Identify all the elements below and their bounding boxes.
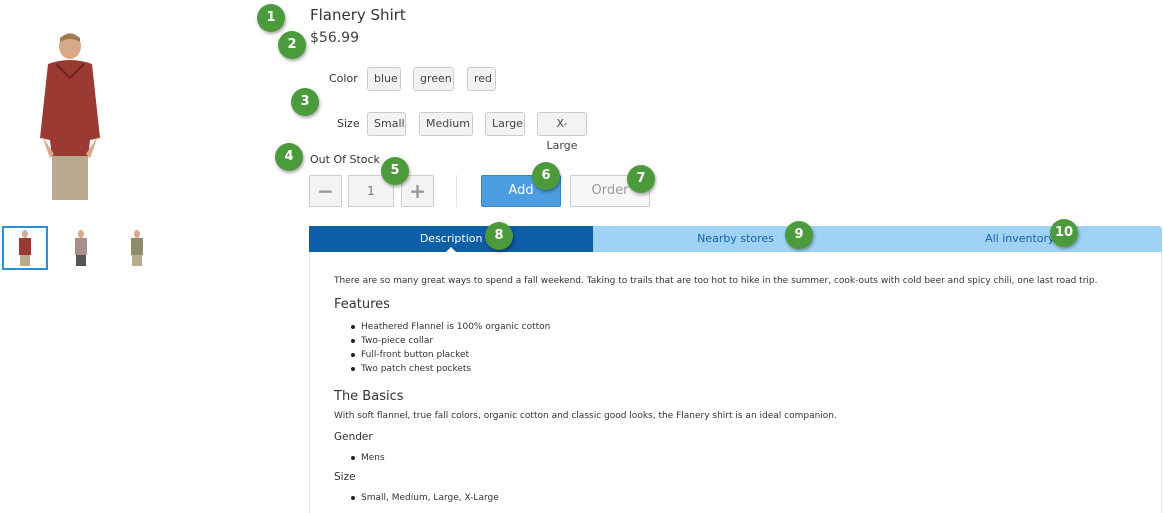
product-price: $56.99 [310, 30, 359, 46]
callout-badge-1: 1 [257, 4, 285, 32]
color-option-green[interactable]: green [413, 67, 454, 91]
size-list: Small, Medium, Large, X-Large [351, 491, 499, 505]
basics-heading: The Basics [334, 389, 404, 404]
color-option-red[interactable]: red [467, 67, 496, 91]
list-item: Two patch chest pockets [351, 362, 550, 376]
thumbnail-green-shirt[interactable] [114, 226, 160, 270]
features-heading: Features [334, 297, 390, 312]
thumbnail-plaid-shirt[interactable] [58, 226, 104, 270]
tab-description[interactable]: Description [309, 226, 594, 253]
description-panel: There are so many great ways to spend a … [309, 252, 1162, 513]
size-option-large[interactable]: Large [485, 112, 525, 136]
tab-bar: Description Nearby stores All inventory [309, 226, 1162, 253]
callout-badge-2: 2 [278, 31, 306, 59]
color-option-blue[interactable]: blue [367, 67, 401, 91]
callout-badge-7: 7 [627, 165, 655, 193]
size-label: Size [337, 117, 360, 130]
size-heading: Size [334, 471, 356, 483]
tab-all-inventory[interactable]: All inventory [877, 226, 1162, 252]
list-item: Heathered Flannel is 100% organic cotton [351, 320, 550, 334]
features-list: Heathered Flannel is 100% organic cotton… [351, 320, 550, 376]
callout-badge-3: 3 [291, 88, 319, 116]
tab-nearby-stores[interactable]: Nearby stores [593, 226, 878, 252]
description-intro: There are so many great ways to spend a … [334, 276, 1098, 286]
callout-badge-8: 8 [485, 222, 513, 250]
list-item: Mens [351, 451, 385, 465]
callout-badge-6: 6 [532, 162, 560, 190]
thumbnail-strip [2, 226, 170, 270]
gender-list: Mens [351, 451, 385, 465]
size-option-small[interactable]: Small [367, 112, 406, 136]
callout-badge-9: 9 [785, 221, 813, 249]
size-option-x-large[interactable]: X-Large [537, 112, 587, 152]
thumbnail-red-shirt[interactable] [2, 226, 48, 270]
callout-badge-4: 4 [275, 143, 303, 171]
gender-heading: Gender [334, 431, 373, 443]
callout-badge-5: 5 [381, 157, 409, 185]
stock-status: Out Of Stock [310, 153, 380, 166]
size-option-medium[interactable]: Medium [419, 112, 473, 136]
quantity-increment-button[interactable]: + [401, 175, 434, 207]
list-item: Two-piece collar [351, 334, 550, 348]
divider [456, 175, 457, 207]
basics-text: With soft flannel, true fall colors, org… [334, 411, 837, 421]
list-item: Small, Medium, Large, X-Large [351, 491, 499, 505]
callout-badge-10: 10 [1050, 219, 1078, 247]
list-item: Full-front button placket [351, 348, 550, 362]
product-title: Flanery Shirt [310, 6, 406, 24]
product-main-image [30, 28, 110, 200]
color-label: Color [329, 72, 358, 85]
quantity-decrement-button[interactable]: − [309, 175, 342, 207]
